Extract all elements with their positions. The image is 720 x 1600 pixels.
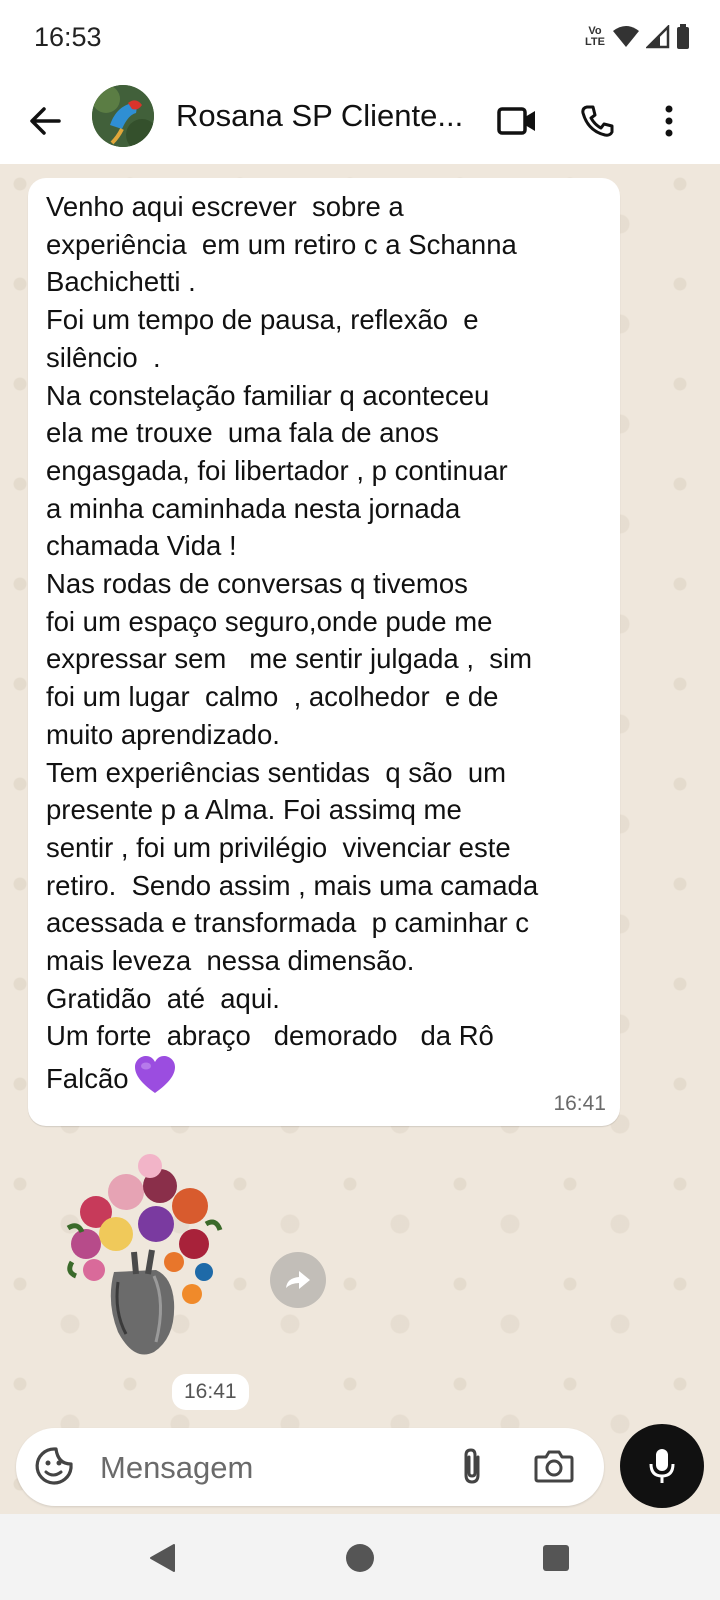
status-time: 16:53 [34, 22, 102, 52]
triangle-back-icon [150, 1544, 175, 1572]
nav-back-button[interactable] [142, 1538, 182, 1578]
square-recents-icon [543, 1545, 569, 1571]
contact-name[interactable]: Rosana SP Cliente... [176, 98, 476, 134]
paperclip-icon [464, 1448, 480, 1484]
message-body: Venho aqui escrever sobre a experiência … [46, 191, 539, 1095]
sticker-button[interactable] [34, 1446, 74, 1486]
camera-button[interactable] [532, 1446, 576, 1486]
sticker-smiley-icon [35, 1447, 73, 1485]
attach-button[interactable] [452, 1446, 492, 1486]
nav-home-button[interactable] [340, 1538, 380, 1578]
message-bubble[interactable]: Venho aqui escrever sobre a experiência … [28, 178, 620, 1126]
message-time: 16:41 [553, 1092, 606, 1115]
wifi-icon [613, 26, 639, 47]
chat-area[interactable]: Venho aqui escrever sobre a experiência … [0, 164, 720, 1514]
camera-icon [534, 1450, 574, 1483]
nav-recents-button[interactable] [536, 1538, 576, 1578]
chat-header: Rosana SP Cliente... [0, 78, 720, 164]
phone-icon [581, 105, 614, 137]
signal-icon [646, 25, 670, 49]
forward-icon [286, 1271, 310, 1289]
voice-record-button[interactable] [620, 1424, 704, 1508]
forward-button[interactable] [270, 1252, 326, 1308]
avatar[interactable] [92, 85, 154, 147]
sticker-time: 16:41 [172, 1374, 249, 1410]
battery-icon [677, 24, 689, 49]
purple-heart-icon [133, 1055, 177, 1105]
navigation-bar [0, 1514, 720, 1600]
message-composer [16, 1428, 604, 1506]
avatar-parrot-image [92, 85, 154, 147]
status-icons: Vo LTE [584, 24, 690, 50]
floral-heart-sticker[interactable] [56, 1152, 226, 1364]
volte-indicator: Vo LTE [585, 25, 605, 48]
more-options-button[interactable] [644, 96, 694, 146]
arrow-left-icon [30, 107, 61, 135]
microphone-icon [649, 1449, 675, 1483]
status-bar: 16:53 Vo LTE [0, 0, 720, 78]
circle-home-icon [346, 1544, 374, 1572]
floral-anatomical-heart-icon [66, 1154, 223, 1355]
video-call-button[interactable] [492, 96, 542, 146]
back-button[interactable] [22, 98, 68, 144]
more-vertical-icon [665, 105, 673, 137]
message-input[interactable] [98, 1442, 432, 1494]
video-camera-icon [497, 107, 535, 135]
message-text: Venho aqui escrever sobre a experiência … [46, 188, 612, 1105]
voice-call-button[interactable] [572, 96, 622, 146]
